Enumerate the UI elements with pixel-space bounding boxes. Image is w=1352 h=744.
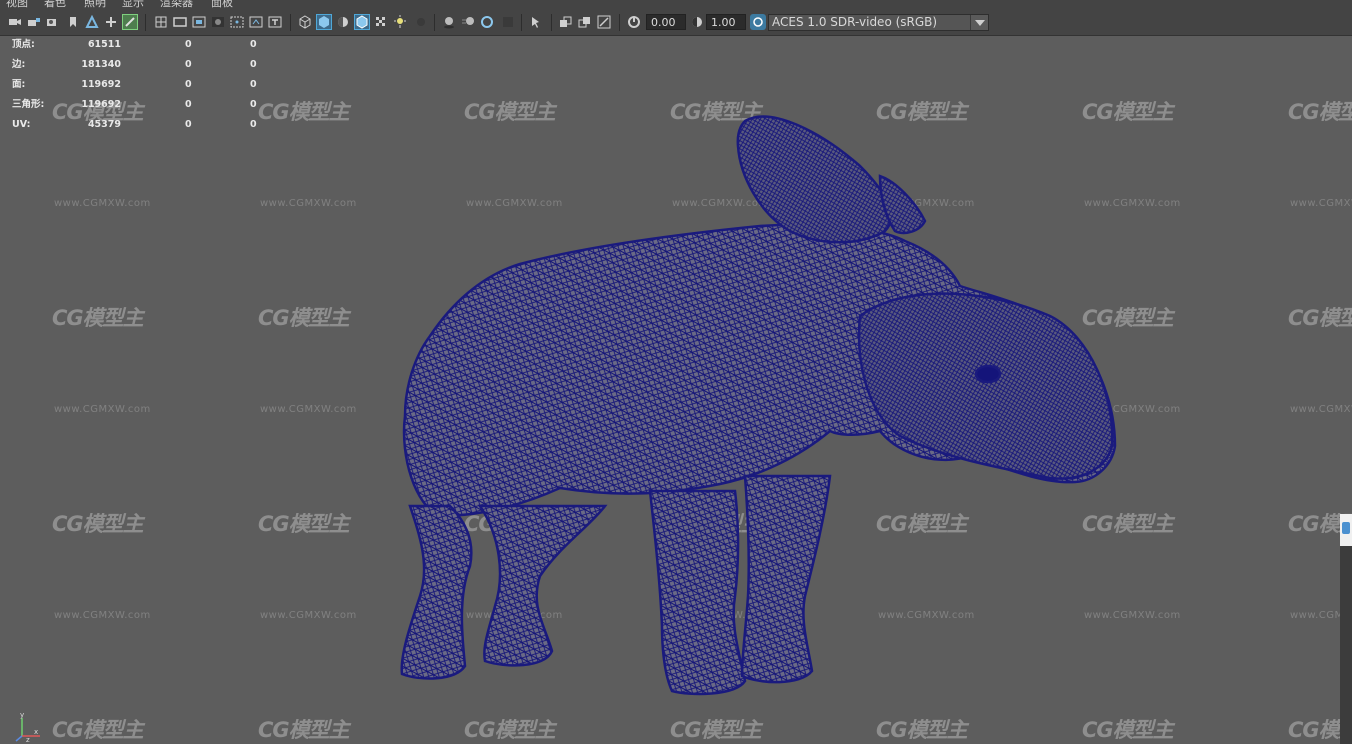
hud-value-total: 181340 [81, 59, 121, 70]
axis-x-label: x [34, 728, 38, 736]
hud-value-triangles-selected: 0 [250, 39, 257, 50]
toolbar-separator [145, 14, 146, 31]
side-panel-tab[interactable] [1340, 514, 1352, 546]
xray-joints-icon[interactable] [559, 15, 573, 29]
rhino-hind-leg-front [477, 504, 608, 667]
hud-value-total: 61511 [87, 39, 121, 50]
film-gate-icon[interactable] [173, 15, 187, 29]
chevron-down-icon[interactable] [970, 15, 988, 30]
wireframe-on-shaded-icon[interactable] [354, 14, 370, 30]
rhino-front-leg-back [648, 489, 747, 696]
wireframe-icon[interactable] [298, 15, 312, 29]
grid-icon[interactable] [154, 15, 168, 29]
exposure-icon[interactable] [627, 15, 641, 29]
color-space-dropdown[interactable]: ACES 1.0 SDR-video (sRGB) [768, 14, 989, 31]
menu-panels[interactable]: 面板 [211, 0, 233, 10]
hud-value-selected: 0 [185, 59, 192, 70]
screen-space-ao-icon[interactable] [442, 15, 456, 29]
viewport-menubar: 视图 着色 照明 显示 渲染器 面板 [0, 0, 1352, 10]
isolate-select-icon[interactable] [529, 15, 543, 29]
hud-value-triangles-selected: 0 [250, 79, 257, 90]
safe-title-icon[interactable] [268, 15, 282, 29]
toolbar-separator [619, 14, 620, 31]
motion-blur-icon[interactable] [461, 15, 475, 29]
hud-row: 顶点: 61511 0 0 [0, 36, 270, 54]
hud-row: 边: 181340 0 0 [0, 56, 270, 74]
rhino-wireframe-model[interactable] [0, 36, 1352, 744]
hud-label: 三角形: [12, 99, 45, 110]
hud-value-total: 119692 [81, 99, 121, 110]
rhino-eye [974, 364, 1002, 384]
gamma-icon[interactable] [690, 15, 704, 29]
rhino-ear [736, 115, 893, 244]
xray-icon[interactable] [374, 15, 388, 29]
camera-icon[interactable] [8, 15, 22, 29]
rhino-head [857, 292, 1114, 480]
poly-count-hud: 顶点: 61511 0 0 边: 181340 0 0 面: 119692 0 0 三角形: 119692… [0, 36, 270, 136]
toolbar-separator [434, 14, 435, 31]
side-panel-edge [1340, 514, 1352, 744]
rhino-front-leg-front [740, 474, 832, 684]
hud-label: 面: [12, 79, 26, 90]
menu-lighting[interactable]: 照明 [84, 0, 106, 10]
safe-action-icon[interactable] [249, 15, 263, 29]
rhino-hind-leg-back [400, 504, 473, 680]
bookmark-icon[interactable] [66, 15, 80, 29]
gamma-field[interactable]: 1.00 [706, 14, 746, 30]
smooth-shade-icon[interactable] [316, 14, 332, 30]
hud-label: UV: [12, 119, 31, 130]
depth-of-field-icon[interactable] [501, 15, 515, 29]
hud-value-selected: 0 [185, 79, 192, 90]
camera-attributes-icon[interactable] [46, 15, 60, 29]
hud-value-triangles-selected: 0 [250, 99, 257, 110]
toolbar-separator [290, 14, 291, 31]
hud-value-selected: 0 [185, 99, 192, 110]
gate-mask-icon[interactable] [211, 15, 225, 29]
hud-value-total: 119692 [81, 79, 121, 90]
hud-value-total: 45379 [87, 119, 121, 130]
color-space-value: ACES 1.0 SDR-video (sRGB) [772, 15, 938, 29]
hud-value-selected: 0 [185, 119, 192, 130]
hud-value-triangles-selected: 0 [250, 119, 257, 130]
3d-viewport[interactable]: CG模型主CG模型主CG模型主CG模型主CG模型主CG模型主CG模型主CG模型主… [0, 36, 1352, 744]
xray-active-icon[interactable] [578, 15, 592, 29]
hud-row: UV: 45379 0 0 [0, 116, 270, 134]
axis-z-label: z [26, 736, 30, 742]
grease-pencil-icon[interactable] [122, 14, 138, 30]
menu-shading[interactable]: 着色 [44, 0, 66, 10]
hud-value-selected: 0 [185, 39, 192, 50]
multisample-aa-icon[interactable] [480, 15, 494, 29]
viewport-toolbar: 0.00 1.00 ACES 1.0 SDR-video (sRGB) [0, 10, 1352, 36]
shadows-icon[interactable] [414, 15, 428, 29]
hud-value-triangles-selected: 0 [250, 59, 257, 70]
axis-y-label: y [20, 712, 24, 719]
exposure-field[interactable]: 0.00 [646, 14, 686, 30]
hud-row: 三角形: 119692 0 0 [0, 96, 270, 114]
menu-renderer[interactable]: 渲染器 [160, 0, 193, 10]
field-chart-icon[interactable] [230, 15, 244, 29]
image-plane-icon[interactable] [85, 15, 99, 29]
2d-pan-zoom-icon[interactable] [104, 15, 118, 29]
hud-row: 面: 119692 0 0 [0, 76, 270, 94]
toolbar-separator [521, 14, 522, 31]
menu-view[interactable]: 视图 [6, 0, 28, 10]
resolution-gate-icon[interactable] [192, 15, 206, 29]
backface-culling-icon[interactable] [597, 15, 611, 29]
toolbar-separator [551, 14, 552, 31]
lights-icon[interactable] [393, 15, 407, 29]
hud-label: 顶点: [12, 39, 35, 50]
axis-gizmo: y x z [15, 712, 40, 742]
color-management-icon[interactable] [750, 14, 766, 30]
lock-camera-icon[interactable] [27, 15, 41, 29]
use-default-material-icon[interactable] [336, 15, 350, 29]
hud-label: 边: [12, 59, 26, 70]
menu-show[interactable]: 显示 [122, 0, 144, 10]
